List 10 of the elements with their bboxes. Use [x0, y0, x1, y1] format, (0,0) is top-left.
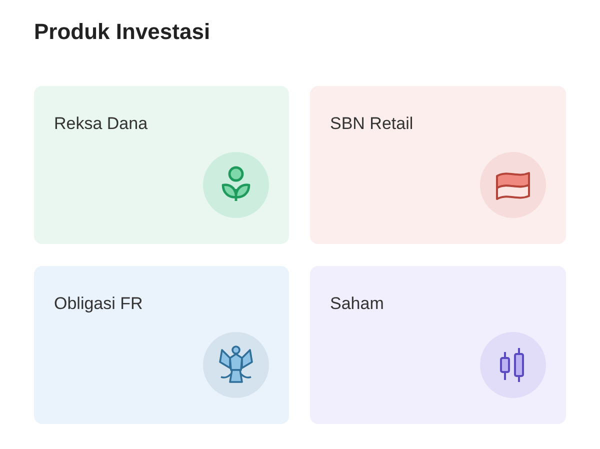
- product-card[interactable]: Saham: [310, 266, 566, 424]
- product-label: Reksa Dana: [54, 114, 148, 134]
- product-card[interactable]: SBN Retail: [310, 86, 566, 244]
- product-label: Obligasi FR: [54, 294, 143, 314]
- product-card[interactable]: Obligasi FR: [34, 266, 289, 424]
- eagle-icon: [216, 344, 256, 386]
- product-label: SBN Retail: [330, 114, 414, 134]
- product-card[interactable]: Reksa Dana: [34, 86, 289, 244]
- page-title: Produk Investasi: [34, 18, 212, 46]
- product-label: Saham: [330, 294, 384, 314]
